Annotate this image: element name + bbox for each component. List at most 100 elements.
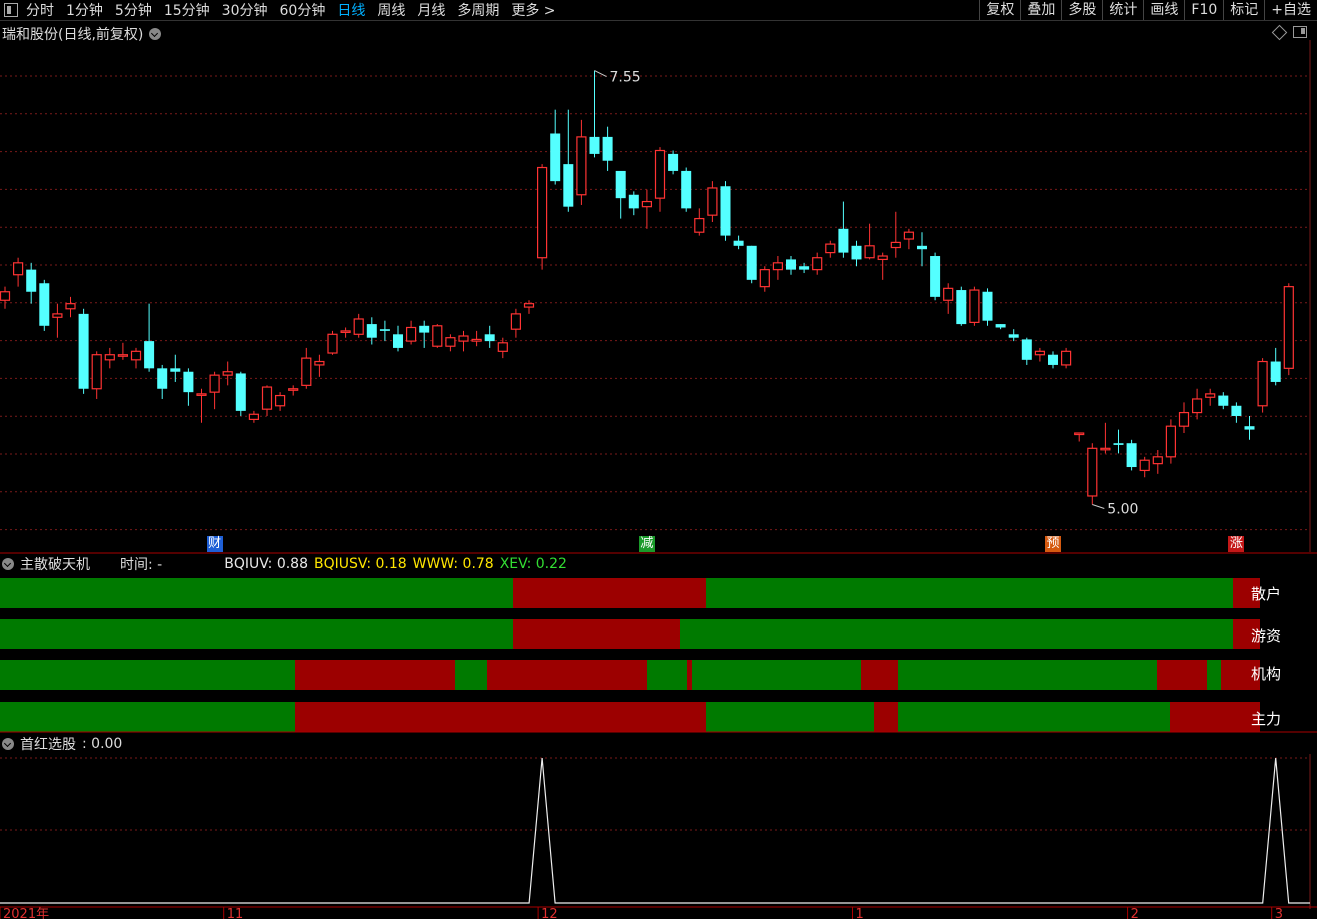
candlestick[interactable] xyxy=(1034,347,1046,362)
candlestick[interactable] xyxy=(104,347,115,369)
candlestick[interactable] xyxy=(969,286,980,326)
candlestick[interactable] xyxy=(563,109,574,212)
candlestick[interactable] xyxy=(26,262,37,304)
candlestick[interactable] xyxy=(864,223,875,260)
candlestick[interactable] xyxy=(183,368,194,406)
first-red-signal-chart[interactable]: 2021年 11 12 1 2 3 xyxy=(0,734,1317,919)
candlestick[interactable] xyxy=(536,164,548,270)
candlestick[interactable] xyxy=(419,320,430,348)
candlestick[interactable] xyxy=(52,303,63,338)
candlestick[interactable] xyxy=(91,351,102,399)
candlestick[interactable] xyxy=(314,354,325,377)
candlestick[interactable] xyxy=(681,167,692,212)
candlestick[interactable] xyxy=(1008,329,1019,342)
candlestick[interactable] xyxy=(510,308,521,338)
candlestick[interactable] xyxy=(1074,432,1085,442)
candlestick[interactable] xyxy=(484,325,495,348)
candlestick[interactable] xyxy=(733,235,744,250)
candlestick[interactable] xyxy=(668,150,679,175)
candlestick[interactable] xyxy=(235,371,246,416)
candlestick[interactable] xyxy=(0,286,11,309)
candlestick[interactable] xyxy=(615,170,626,219)
candlestick[interactable] xyxy=(1270,347,1281,386)
candlestick[interactable] xyxy=(1139,456,1150,478)
candlestick[interactable] xyxy=(812,252,823,275)
candlestick[interactable] xyxy=(890,211,901,258)
candlestick[interactable] xyxy=(222,361,233,386)
candlestick[interactable] xyxy=(1244,415,1255,440)
candlestick[interactable] xyxy=(379,320,390,342)
candlestick[interactable] xyxy=(144,303,155,372)
candlestick[interactable] xyxy=(628,191,639,216)
candlestick[interactable] xyxy=(1218,392,1229,410)
candlestick[interactable] xyxy=(288,385,299,396)
candlestick[interactable] xyxy=(432,324,443,348)
candlestick[interactable] xyxy=(799,262,810,274)
candlestick[interactable] xyxy=(720,181,731,241)
candlestick[interactable] xyxy=(1126,439,1137,471)
candlestick[interactable] xyxy=(838,201,849,258)
candlestick[interactable] xyxy=(196,388,207,423)
candlestick[interactable] xyxy=(641,189,653,229)
candlestick[interactable] xyxy=(209,371,220,410)
candlestick[interactable] xyxy=(877,252,888,280)
indicator1-menu-icon[interactable] xyxy=(2,558,14,570)
candlestick[interactable] xyxy=(248,410,259,423)
candlestick[interactable] xyxy=(78,308,89,394)
candlestick[interactable] xyxy=(327,330,338,355)
candlestick[interactable] xyxy=(1021,337,1032,365)
candlestick[interactable] xyxy=(982,288,993,326)
candlestick[interactable] xyxy=(1048,351,1058,369)
event-marker[interactable]: 涨 xyxy=(1228,536,1245,552)
candlestick[interactable] xyxy=(353,313,364,338)
candlestick[interactable] xyxy=(275,392,286,411)
candlestick[interactable] xyxy=(393,325,403,352)
candlestick[interactable] xyxy=(786,256,796,275)
candlestick[interactable] xyxy=(851,240,862,267)
candlestick[interactable] xyxy=(65,296,76,318)
candlestick[interactable] xyxy=(130,347,142,369)
candlestick[interactable] xyxy=(1231,402,1242,423)
candlestick[interactable] xyxy=(1087,443,1098,505)
candlestick[interactable] xyxy=(917,232,927,267)
candlestick[interactable] xyxy=(707,181,718,222)
candlestick[interactable] xyxy=(1100,422,1111,454)
strength-bands[interactable] xyxy=(0,574,1317,734)
candlestick[interactable] xyxy=(1060,347,1072,369)
event-marker[interactable]: 减 xyxy=(638,536,655,552)
candlestick[interactable] xyxy=(772,256,784,280)
candlestick[interactable] xyxy=(157,364,168,399)
candlestick[interactable] xyxy=(694,208,705,236)
event-marker[interactable]: 财 xyxy=(206,536,223,552)
candlestick[interactable] xyxy=(1257,358,1268,413)
candlestick[interactable] xyxy=(406,320,417,345)
candlestick[interactable] xyxy=(602,126,613,171)
candlestick[interactable] xyxy=(1205,388,1216,406)
candlestick[interactable] xyxy=(458,330,469,352)
candlestick[interactable] xyxy=(759,266,770,292)
candlestick[interactable] xyxy=(13,257,24,287)
candlestick[interactable] xyxy=(576,119,587,205)
candlestick[interactable] xyxy=(471,330,482,347)
candlestick[interactable] xyxy=(261,385,273,416)
event-marker[interactable]: 预 xyxy=(1045,536,1061,552)
candlestick[interactable] xyxy=(943,283,954,314)
candlestick[interactable] xyxy=(1178,402,1190,433)
candlestick[interactable] xyxy=(340,327,351,338)
candlestick[interactable] xyxy=(39,279,50,331)
candlestick[interactable] xyxy=(1165,419,1177,464)
candlestick[interactable] xyxy=(903,228,915,250)
candlestick[interactable] xyxy=(1113,429,1124,454)
candlestick[interactable] xyxy=(117,342,129,360)
candlestick[interactable] xyxy=(445,334,456,352)
candlestick-chart[interactable]: 7.55 5.00 xyxy=(0,0,1317,555)
candlestick[interactable] xyxy=(1283,283,1294,376)
candlestick[interactable] xyxy=(170,354,181,382)
candlestick[interactable] xyxy=(301,347,312,389)
candlestick[interactable] xyxy=(930,252,941,301)
candlestick[interactable] xyxy=(550,109,561,185)
candlestick[interactable] xyxy=(654,147,666,212)
candlestick[interactable] xyxy=(746,245,757,284)
candlestick[interactable] xyxy=(1191,388,1203,420)
candlestick[interactable] xyxy=(956,286,967,326)
